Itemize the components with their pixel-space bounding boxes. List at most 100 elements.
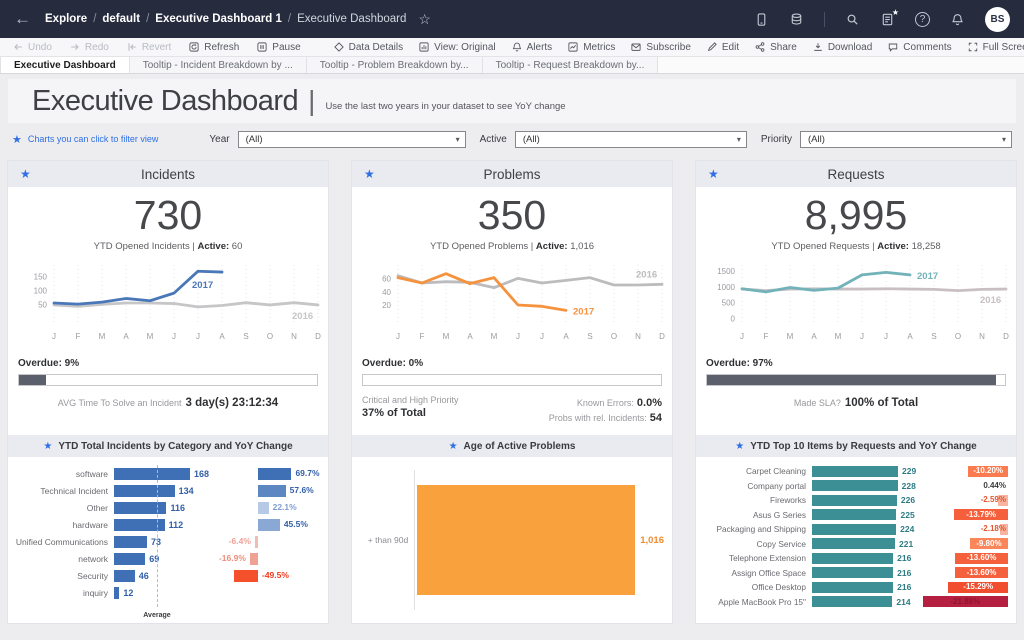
category-row[interactable]: Other11622.1%: [14, 499, 322, 516]
subscribe-button[interactable]: Subscribe: [630, 41, 690, 53]
requests-trend[interactable]: JFMAMJJASOND15001000500020162017: [696, 261, 1016, 349]
yoy-value-label: -6.4%: [229, 533, 251, 550]
item-row[interactable]: Packaging and Shipping224-2.18%: [702, 522, 1010, 537]
data-details-button[interactable]: Data Details: [333, 41, 403, 53]
star-icon: ★: [20, 167, 31, 181]
value-bar[interactable]: [812, 480, 898, 491]
full-screen-button[interactable]: Full Screen: [967, 41, 1024, 53]
category-row[interactable]: network69-16.9%: [14, 550, 322, 567]
value-bar[interactable]: [812, 582, 893, 593]
problems-trend-chart[interactable]: JFMAMJJASOND60402020162017: [352, 261, 672, 354]
yoy-bar[interactable]: [258, 468, 291, 480]
value-bar-cell: 46: [114, 570, 218, 582]
value-bar[interactable]: [812, 495, 897, 506]
category-row[interactable]: inquiry12: [14, 584, 322, 601]
alerts-button[interactable]: Alerts: [511, 41, 553, 53]
category-row[interactable]: software16869.7%: [14, 465, 322, 482]
notifications-bell-icon[interactable]: [950, 12, 965, 27]
tab-tooltip-problem[interactable]: Tooltip - Problem Breakdown by...: [307, 57, 483, 73]
tab-tooltip-request[interactable]: Tooltip - Request Breakdown by...: [483, 57, 659, 73]
metrics-button[interactable]: Metrics: [567, 41, 615, 53]
value-bar[interactable]: [812, 553, 893, 564]
category-row[interactable]: Security46-49.5%: [14, 567, 322, 584]
undo-button[interactable]: Undo: [12, 41, 52, 53]
breadcrumb-project[interactable]: default: [102, 13, 140, 25]
value-bar[interactable]: [114, 553, 145, 565]
value-bar[interactable]: [812, 509, 896, 520]
value-bar[interactable]: [812, 567, 893, 578]
yoy-bar[interactable]: [250, 553, 258, 565]
yoy-bar[interactable]: [255, 536, 258, 548]
sheet-tabs: Executive Dashboard Tooltip - Incident B…: [0, 57, 1024, 74]
yoy-bar[interactable]: [258, 485, 286, 497]
favorite-star-icon[interactable]: ☆: [418, 11, 431, 28]
value-bar[interactable]: [812, 538, 895, 549]
value-bar[interactable]: [812, 524, 896, 535]
mobile-preview-icon[interactable]: [754, 12, 769, 27]
svg-text:J: J: [740, 332, 744, 341]
value-bar[interactable]: [114, 485, 175, 497]
tab-executive-dashboard[interactable]: Executive Dashboard: [0, 57, 130, 73]
svg-text:1000: 1000: [717, 283, 735, 292]
item-row[interactable]: Asus G Series225-13.79%: [702, 508, 1010, 523]
yoy-bar[interactable]: [258, 519, 280, 531]
panel-incidents-header: ★ Incidents: [8, 161, 328, 187]
value-bar[interactable]: [114, 502, 166, 514]
item-row[interactable]: Carpet Cleaning229-10.20%: [702, 464, 1010, 479]
redo-button[interactable]: Redo: [69, 41, 109, 53]
filter-active-select[interactable]: (All) ▾: [515, 131, 747, 148]
yoy-value-label: 69.7%: [295, 465, 319, 482]
back-icon[interactable]: ←: [14, 9, 31, 29]
item-row[interactable]: Apple MacBook Pro 15"214-21.88%: [702, 595, 1010, 610]
value-bar[interactable]: [114, 468, 190, 480]
refresh-button[interactable]: Refresh: [188, 41, 239, 53]
requests-top10-chart[interactable]: Carpet Cleaning229-10.20%Company portal2…: [696, 457, 1016, 623]
pause-button[interactable]: Pause: [256, 41, 300, 53]
value-bar[interactable]: [812, 596, 892, 607]
requests-trend-chart[interactable]: JFMAMJJASOND15001000500020162017: [696, 261, 1016, 354]
breadcrumb-workbook[interactable]: Executive Dashboard 1: [155, 13, 282, 25]
value-bar[interactable]: [114, 536, 147, 548]
breadcrumb-explore[interactable]: Explore: [45, 13, 87, 25]
value-bar[interactable]: [812, 466, 898, 477]
trend-line-2017[interactable]: [398, 274, 566, 311]
svg-text:J: J: [52, 332, 56, 341]
incidents-breakdown-chart[interactable]: software16869.7%Technical Incident13457.…: [8, 457, 328, 623]
item-row[interactable]: Assign Office Space216-13.60%: [702, 566, 1010, 581]
category-row[interactable]: Unified Communications73-6.4%: [14, 533, 322, 550]
item-row[interactable]: Telephone Extension216-13.60%: [702, 551, 1010, 566]
item-row[interactable]: Company portal2280.44%: [702, 479, 1010, 494]
download-button[interactable]: Download: [812, 41, 872, 53]
category-row[interactable]: hardware11245.5%: [14, 516, 322, 533]
help-icon[interactable]: ?: [915, 12, 930, 27]
revert-button[interactable]: Revert: [126, 41, 171, 53]
tab-tooltip-incident[interactable]: Tooltip - Incident Breakdown by ...: [130, 57, 307, 73]
comments-button[interactable]: Comments: [887, 41, 951, 53]
avatar[interactable]: BS: [985, 7, 1010, 32]
item-row[interactable]: Copy Service221-9.80%: [702, 537, 1010, 552]
incidents-trend-chart[interactable]: JFMAMJJASOND1501005020162017: [8, 261, 328, 354]
category-row[interactable]: Technical Incident13457.6%: [14, 482, 322, 499]
edit-button[interactable]: Edit: [706, 41, 739, 53]
problems-trend[interactable]: JFMAMJJASOND60402020162017: [352, 261, 672, 349]
value-bar[interactable]: [114, 570, 135, 582]
data-guide-icon[interactable]: ★: [880, 12, 895, 27]
value-bar-cell: 134: [114, 485, 218, 497]
incidents-trend[interactable]: JFMAMJJASOND1501005020162017: [8, 261, 328, 349]
yoy-value-label: -16.9%: [219, 550, 246, 567]
page-title: Executive Dashboard: [32, 85, 298, 118]
share-button[interactable]: Share: [754, 41, 797, 53]
item-row[interactable]: Fireworks226-2.59%: [702, 493, 1010, 508]
item-row[interactable]: Office Desktop216-15.29%: [702, 580, 1010, 595]
filter-priority-select[interactable]: (All) ▾: [800, 131, 1012, 148]
data-source-icon[interactable]: [789, 12, 804, 27]
yoy-bar[interactable]: [234, 570, 258, 582]
view-original-button[interactable]: View: Original: [418, 41, 496, 53]
yoy-bar[interactable]: [258, 502, 269, 514]
breadcrumb-separator: /: [288, 13, 291, 25]
age-bar[interactable]: [417, 485, 635, 595]
chevron-down-icon: ▾: [456, 135, 460, 144]
search-icon[interactable]: [845, 12, 860, 27]
filter-year-select[interactable]: (All) ▾: [238, 131, 466, 148]
value-bar[interactable]: [114, 587, 119, 599]
